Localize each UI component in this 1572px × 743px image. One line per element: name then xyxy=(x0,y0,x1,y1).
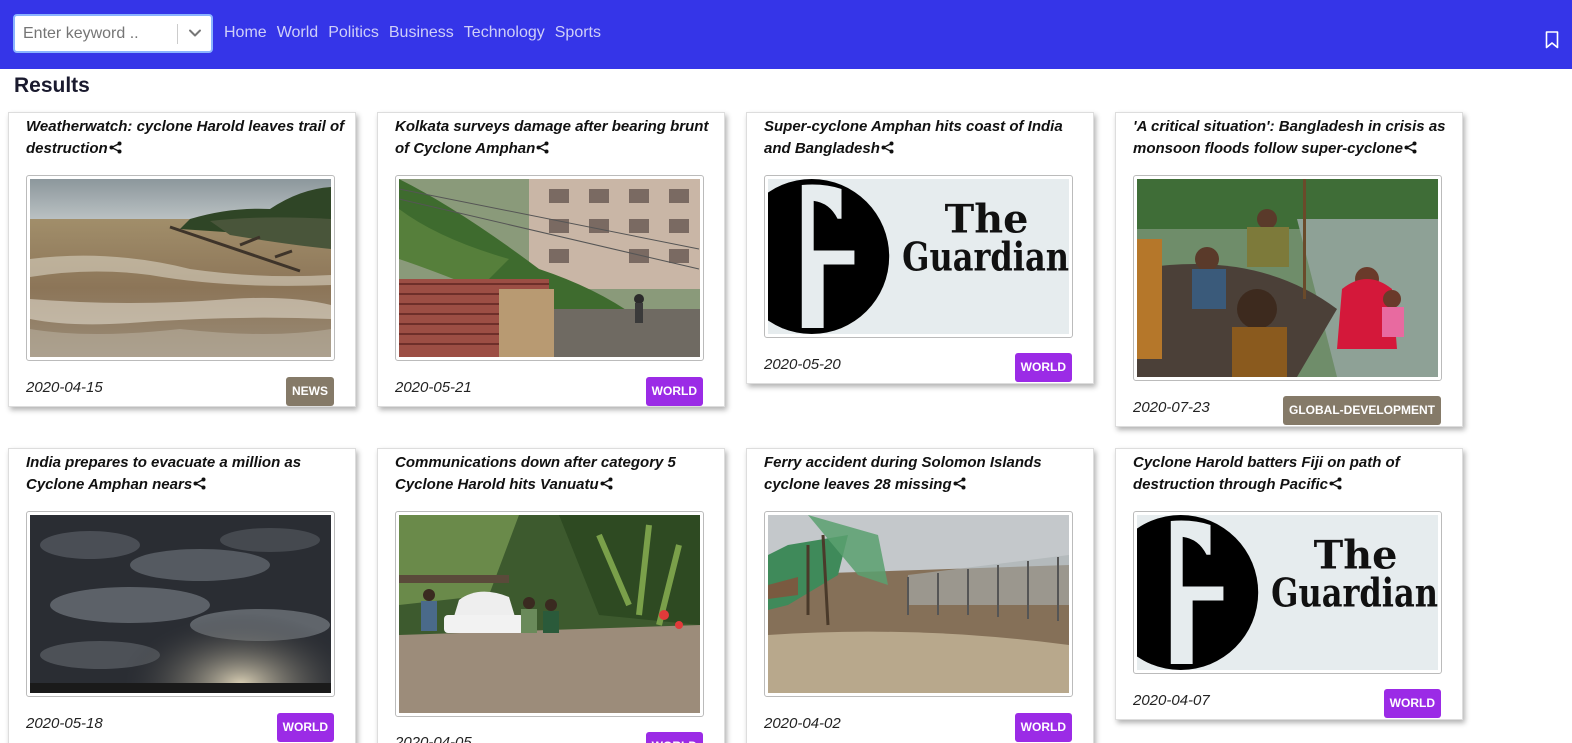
share-icon[interactable] xyxy=(953,477,966,490)
article-date: 2020-05-18 xyxy=(26,715,103,732)
article-title[interactable]: Weatherwatch: cyclone Harold leaves trai… xyxy=(26,116,348,160)
article-title[interactable]: Cyclone Harold batters Fiji on path of d… xyxy=(1133,452,1455,496)
article-card[interactable]: Super-cyclone Amphan hits coast of India… xyxy=(746,112,1094,384)
article-title[interactable]: Ferry accident during Solomon Islands cy… xyxy=(764,452,1086,496)
article-card[interactable]: Weatherwatch: cyclone Harold leaves trai… xyxy=(8,112,356,407)
nav-business[interactable]: Business xyxy=(389,23,454,43)
article-image xyxy=(26,175,335,361)
navbar: Home World Politics Business Technology … xyxy=(0,0,1572,69)
share-icon[interactable] xyxy=(600,477,613,490)
share-icon[interactable] xyxy=(1404,141,1417,154)
share-icon[interactable] xyxy=(193,477,206,490)
nav-world[interactable]: World xyxy=(277,23,319,43)
article-title[interactable]: 'A critical situation': Bangladesh in cr… xyxy=(1133,116,1455,160)
guardian-logo-image: The Guardian xyxy=(1137,515,1438,670)
article-title[interactable]: Super-cyclone Amphan hits coast of India… xyxy=(764,116,1086,160)
nav-links: Home World Politics Business Technology … xyxy=(224,23,601,43)
article-date: 2020-05-20 xyxy=(764,356,841,373)
article-image: The Guardian xyxy=(1133,511,1442,674)
fallen-tree-street-photo xyxy=(399,179,700,357)
share-icon[interactable] xyxy=(109,141,122,154)
article-image xyxy=(395,175,704,361)
nav-sports[interactable]: Sports xyxy=(555,23,601,43)
article-image xyxy=(764,511,1073,697)
flooded-car-photo xyxy=(399,515,700,713)
article-date: 2020-04-07 xyxy=(1133,692,1210,709)
article-card[interactable]: India prepares to evacuate a million as … xyxy=(8,448,356,743)
guardian-wordmark-line2: Guardian xyxy=(1271,570,1438,616)
article-title[interactable]: Kolkata surveys damage after bearing bru… xyxy=(395,116,717,160)
article-image xyxy=(395,511,704,717)
article-card[interactable]: 'A critical situation': Bangladesh in cr… xyxy=(1115,112,1463,427)
article-date: 2020-05-21 xyxy=(395,379,472,396)
article-date: 2020-04-02 xyxy=(764,715,841,732)
article-card[interactable]: Ferry accident during Solomon Islands cy… xyxy=(746,448,1094,743)
guardian-wordmark-line2: Guardian xyxy=(902,234,1069,280)
search-separator xyxy=(177,24,178,44)
article-image: The Guardian xyxy=(764,175,1073,338)
stormy-sea-photo xyxy=(30,179,331,357)
section-badge[interactable]: GLOBAL-DEVELOPMENT xyxy=(1283,396,1441,425)
article-date: 2020-04-15 xyxy=(26,379,103,396)
section-badge[interactable]: WORLD xyxy=(645,732,703,743)
section-badge[interactable]: WORLD xyxy=(1014,353,1072,382)
nav-technology[interactable]: Technology xyxy=(464,23,545,43)
article-title[interactable]: Communications down after category 5 Cyc… xyxy=(395,452,717,496)
search-select[interactable] xyxy=(13,14,213,53)
article-title[interactable]: India prepares to evacuate a million as … xyxy=(26,452,348,496)
results-heading: Results xyxy=(14,74,90,97)
article-card[interactable]: Cyclone Harold batters Fiji on path of d… xyxy=(1115,448,1463,720)
share-icon[interactable] xyxy=(1329,477,1342,490)
damaged-fence-photo xyxy=(768,515,1069,693)
nav-politics[interactable]: Politics xyxy=(328,23,379,43)
bookmark-icon[interactable] xyxy=(1545,31,1559,49)
article-date: 2020-07-23 xyxy=(1133,399,1210,416)
article-card[interactable]: Communications down after category 5 Cyc… xyxy=(377,448,725,743)
section-badge[interactable]: WORLD xyxy=(645,377,703,406)
section-badge[interactable]: WORLD xyxy=(276,713,334,742)
guardian-logo-image: The Guardian xyxy=(768,179,1069,334)
search-input[interactable] xyxy=(23,24,173,44)
section-badge[interactable]: WORLD xyxy=(1383,689,1441,718)
flood-boat-photo xyxy=(1137,179,1438,377)
chevron-down-icon[interactable] xyxy=(187,25,203,41)
article-card[interactable]: Kolkata surveys damage after bearing bru… xyxy=(377,112,725,407)
share-icon[interactable] xyxy=(881,141,894,154)
nav-home[interactable]: Home xyxy=(224,23,267,43)
dark-clouds-photo xyxy=(30,515,331,693)
article-date: 2020-04-05 xyxy=(395,734,472,743)
article-image xyxy=(1133,175,1442,381)
section-badge[interactable]: WORLD xyxy=(1014,713,1072,742)
article-image xyxy=(26,511,335,697)
section-badge[interactable]: NEWS xyxy=(286,377,334,406)
share-icon[interactable] xyxy=(536,141,549,154)
